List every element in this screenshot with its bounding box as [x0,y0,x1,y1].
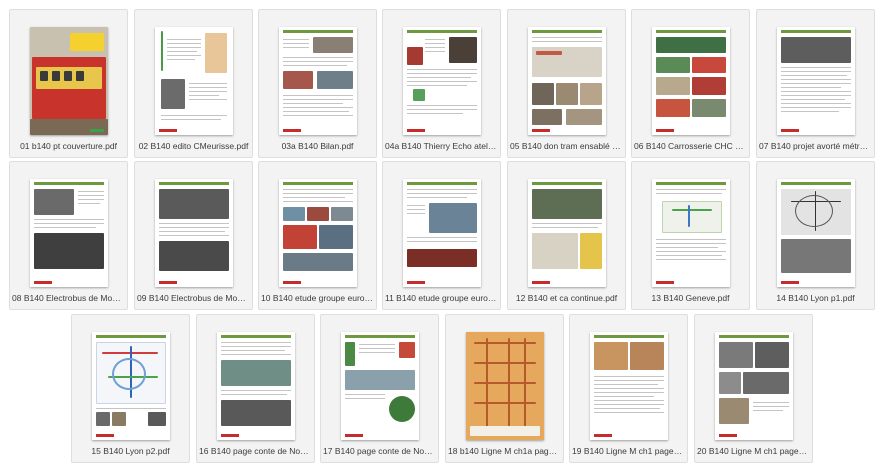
pdf-file-icon [155,27,233,135]
file-tile[interactable]: 17 B140 page conte de Noel ... [320,314,439,463]
thumbnail-row: 01 b140 pt couverture.pdf 02 B140 edito … [0,9,885,158]
pdf-file-icon [30,27,108,135]
pdf-file-icon [341,332,419,440]
file-tile[interactable]: 19 B140 Ligne M ch1 page2.p... [569,314,688,463]
file-tile[interactable]: 14 B140 Lyon p1.pdf [756,161,875,310]
file-name-label: 03a B140 Bilan.pdf [281,141,354,151]
pdf-file-icon [652,27,730,135]
file-name-label: 08 B140 Electrobus de Moda... [12,293,125,303]
pdf-file-icon [466,332,544,440]
pdf-file-icon [715,332,793,440]
file-tile[interactable]: 07 B140 projet avorté métro ... [756,9,875,158]
file-name-label: 05 B140 don tram ensablé m... [510,141,623,151]
file-tile[interactable]: 03a B140 Bilan.pdf [258,9,377,158]
file-tile[interactable]: 12 B140 et ca continue.pdf [507,161,626,310]
file-name-label: 18 b140 Ligne M ch1a page1... [448,446,561,456]
file-name-label: 12 B140 et ca continue.pdf [515,293,618,303]
file-tile[interactable]: 13 B140 Geneve.pdf [631,161,750,310]
pdf-file-icon [590,332,668,440]
file-tile[interactable]: 16 B140 page conte de Noel ... [196,314,315,463]
pdf-file-icon [652,179,730,287]
pdf-file-icon [528,27,606,135]
thumbnail-row: 08 B140 Electrobus de Moda... 09 B140 El… [0,161,885,310]
pdf-file-icon [92,332,170,440]
pdf-file-icon [279,179,357,287]
file-name-label: 16 B140 page conte de Noel ... [199,446,312,456]
pdf-file-icon [30,179,108,287]
file-name-label: 06 B140 Carrosserie CHC v2... [634,141,747,151]
file-tile[interactable]: 09 B140 Electrobus de Moda... [134,161,253,310]
file-tile[interactable]: 20 B140 Ligne M ch1 page3.p... [694,314,813,463]
file-tile[interactable]: 04a B140 Thierry Echo atel.p... [382,9,501,158]
file-tile[interactable]: 10 B140 etude groupe euro p... [258,161,377,310]
file-tile[interactable]: 15 B140 Lyon p2.pdf [71,314,190,463]
file-name-label: 09 B140 Electrobus de Moda... [137,293,250,303]
pdf-file-icon [403,27,481,135]
file-name-label: 17 B140 page conte de Noel ... [323,446,436,456]
file-tile[interactable]: 11 B140 etude groupe euro p... [382,161,501,310]
file-tile[interactable]: 18 b140 Ligne M ch1a page1... [445,314,564,463]
pdf-file-icon [777,179,855,287]
file-name-label: 14 B140 Lyon p1.pdf [776,293,855,303]
file-name-label: 11 B140 etude groupe euro p... [385,293,498,303]
file-tile[interactable]: 02 B140 edito CMeurisse.pdf [134,9,253,158]
file-name-label: 01 b140 pt couverture.pdf [20,141,117,151]
file-name-label: 04a B140 Thierry Echo atel.p... [385,141,498,151]
file-name-label: 15 B140 Lyon p2.pdf [91,446,170,456]
file-name-label: 02 B140 edito CMeurisse.pdf [138,141,249,151]
pdf-file-icon [403,179,481,287]
pdf-file-icon [217,332,295,440]
thumbnail-row: 15 B140 Lyon p2.pdf 16 B140 page conte d… [0,314,885,463]
file-tile[interactable]: 08 B140 Electrobus de Moda... [9,161,128,310]
pdf-file-icon [279,27,357,135]
file-tile[interactable]: 06 B140 Carrosserie CHC v2... [631,9,750,158]
file-name-label: 20 B140 Ligne M ch1 page3.p... [697,446,810,456]
file-tile[interactable]: 01 b140 pt couverture.pdf [9,9,128,158]
pdf-file-icon [777,27,855,135]
file-name-label: 19 B140 Ligne M ch1 page2.p... [572,446,685,456]
file-name-label: 07 B140 projet avorté métro ... [759,141,872,151]
file-name-label: 13 B140 Geneve.pdf [651,293,730,303]
file-thumbnail-grid: 01 b140 pt couverture.pdf 02 B140 edito … [0,0,885,472]
file-name-label: 10 B140 etude groupe euro p... [261,293,374,303]
file-tile[interactable]: 05 B140 don tram ensablé m... [507,9,626,158]
pdf-file-icon [155,179,233,287]
pdf-file-icon [528,179,606,287]
